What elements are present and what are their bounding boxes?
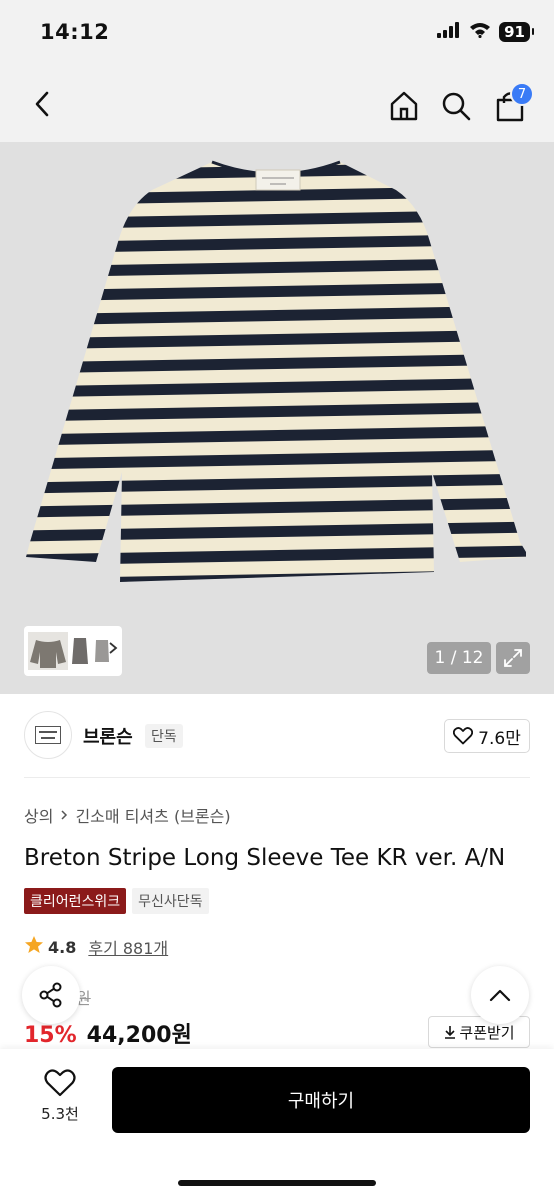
chevron-right-icon <box>60 806 68 825</box>
scroll-top-button[interactable] <box>471 966 529 1024</box>
exclusive-badge: 단독 <box>145 724 183 748</box>
buy-button[interactable]: 구매하기 <box>112 1067 530 1133</box>
clearance-tag: 클리어런스위크 <box>24 888 127 914</box>
divider <box>24 777 530 778</box>
chevron-right-icon[interactable] <box>108 640 118 659</box>
chevron-up-icon <box>489 989 511 1002</box>
share-button[interactable] <box>22 966 80 1024</box>
wishlist-count: 5.3천 <box>41 1105 79 1123</box>
signal-icon <box>437 22 461 42</box>
exclusive-tag: 무신사단독 <box>132 888 209 914</box>
brand-logo[interactable] <box>24 711 72 759</box>
brand-like-count: 7.6만 <box>478 728 521 749</box>
nav-bar: 7 <box>0 70 554 142</box>
home-indicator <box>178 1180 376 1186</box>
coupon-label: 쿠폰받기 <box>459 1023 515 1042</box>
bottom-action-bar: 5.3천 구매하기 <box>0 1049 554 1200</box>
heart-icon <box>44 1069 76 1097</box>
status-bar: 14:12 91 <box>0 0 554 70</box>
product-tags: 클리어런스위크 무신사단독 <box>24 888 209 914</box>
wifi-icon <box>469 22 491 42</box>
star-icon <box>24 935 44 959</box>
status-icons: 91 <box>437 22 534 42</box>
breadcrumb-sub-category[interactable]: 긴소매 티셔츠 (브론슨) <box>75 803 230 827</box>
thumbnail-image[interactable] <box>70 632 90 670</box>
coupon-button[interactable]: 쿠폰받기 <box>428 1016 530 1048</box>
battery-indicator: 91 <box>499 22 534 42</box>
brand-logo-mark <box>35 726 61 744</box>
heart-icon <box>453 727 474 745</box>
wishlist-button[interactable]: 5.3천 <box>22 1069 98 1135</box>
product-image <box>26 160 526 582</box>
chevron-left-icon <box>35 91 49 117</box>
discount-rate: 15% <box>24 1023 77 1048</box>
back-button[interactable] <box>22 84 62 124</box>
expand-icon <box>504 649 522 667</box>
review-count-link[interactable]: 후기 881개 <box>88 935 168 959</box>
product-title: Breton Stripe Long Sleeve Tee KR ver. A/… <box>24 845 506 871</box>
image-counter: 1 / 12 <box>427 642 491 674</box>
cart-count-badge: 7 <box>510 82 534 106</box>
breadcrumb-category[interactable]: 상의 <box>24 803 53 827</box>
expand-image-button[interactable] <box>496 642 530 674</box>
brand-like-button[interactable]: 7.6만 <box>444 719 530 753</box>
share-icon <box>39 982 62 1008</box>
thumbnail-image[interactable] <box>28 632 68 670</box>
search-icon <box>442 92 471 121</box>
brand-name[interactable]: 브론슨 <box>83 723 133 749</box>
rating-row: 4.8 후기 881개 <box>24 935 168 959</box>
download-icon <box>445 1026 456 1039</box>
search-button[interactable] <box>434 84 478 128</box>
home-button[interactable] <box>382 84 426 128</box>
thumbnail-strip[interactable] <box>24 626 122 676</box>
product-image-gallery[interactable]: 1 / 12 <box>0 142 554 694</box>
breadcrumb: 상의 긴소매 티셔츠 (브론슨) <box>24 803 231 827</box>
status-time: 14:12 <box>40 20 110 44</box>
rating-score: 4.8 <box>48 937 77 957</box>
brand-row: 브론슨 단독 7.6만 <box>24 711 530 761</box>
home-icon <box>390 91 418 121</box>
cart-button[interactable]: 7 <box>488 82 534 128</box>
sale-price: 44,200원 <box>86 1023 192 1048</box>
